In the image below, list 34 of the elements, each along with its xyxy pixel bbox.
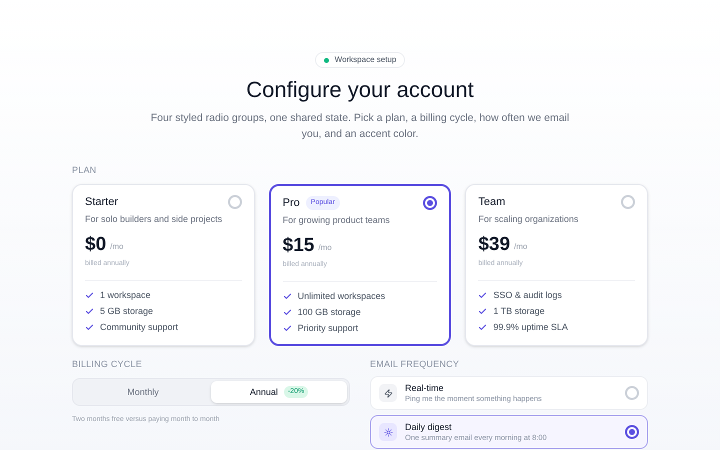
feature-text: 1 workspace (100, 289, 151, 301)
feature-text: 99.9% uptime SLA (493, 321, 568, 333)
plan-name: Pro (282, 197, 300, 209)
section-label: BILLING CYCLE (72, 358, 143, 370)
price-period: /mo (110, 241, 124, 253)
plan-price: $15 (282, 236, 314, 256)
option-title: Real-time (405, 382, 445, 394)
plan-price: $0 (85, 235, 106, 255)
plan-name: Team (478, 196, 506, 208)
feature-text: Unlimited workspaces (298, 290, 386, 302)
feature-text: 1 TB storage (493, 305, 545, 317)
plan-description: For scaling organizations (478, 213, 580, 225)
plan-name: Starter (85, 196, 118, 208)
feature-text: 5 GB storage (100, 305, 154, 317)
plan-description: For solo builders and side projects (85, 213, 224, 225)
billing-option[interactable]: Monthly (75, 381, 211, 403)
lightning-icon (384, 388, 392, 398)
feature-text: SSO & audit logs (493, 289, 562, 301)
section-label: EMAIL FREQUENCY (370, 358, 460, 370)
badge-label: Workspace setup (334, 54, 396, 66)
section-label: PLAN (72, 164, 98, 176)
page-title: Configure your account (246, 76, 474, 104)
price-period: /mo (514, 241, 528, 253)
plan-description: For growing product teams (282, 214, 391, 226)
radio-button[interactable] (625, 425, 639, 439)
option-title: Daily digest (405, 422, 453, 432)
radio-button[interactable] (423, 196, 438, 210)
feature-text: Priority support (298, 322, 358, 334)
feature-text: Community support (100, 321, 178, 333)
sun-icon (384, 428, 392, 436)
page-subtitle: Four styled radio groups, one shared state. Pick a plan, a billing cycle, how often we email you, and an accent color. (150, 111, 570, 142)
plan-price: $39 (478, 235, 510, 255)
feature-text: 100 GB storage (298, 306, 361, 318)
price-period: /mo (318, 242, 332, 254)
